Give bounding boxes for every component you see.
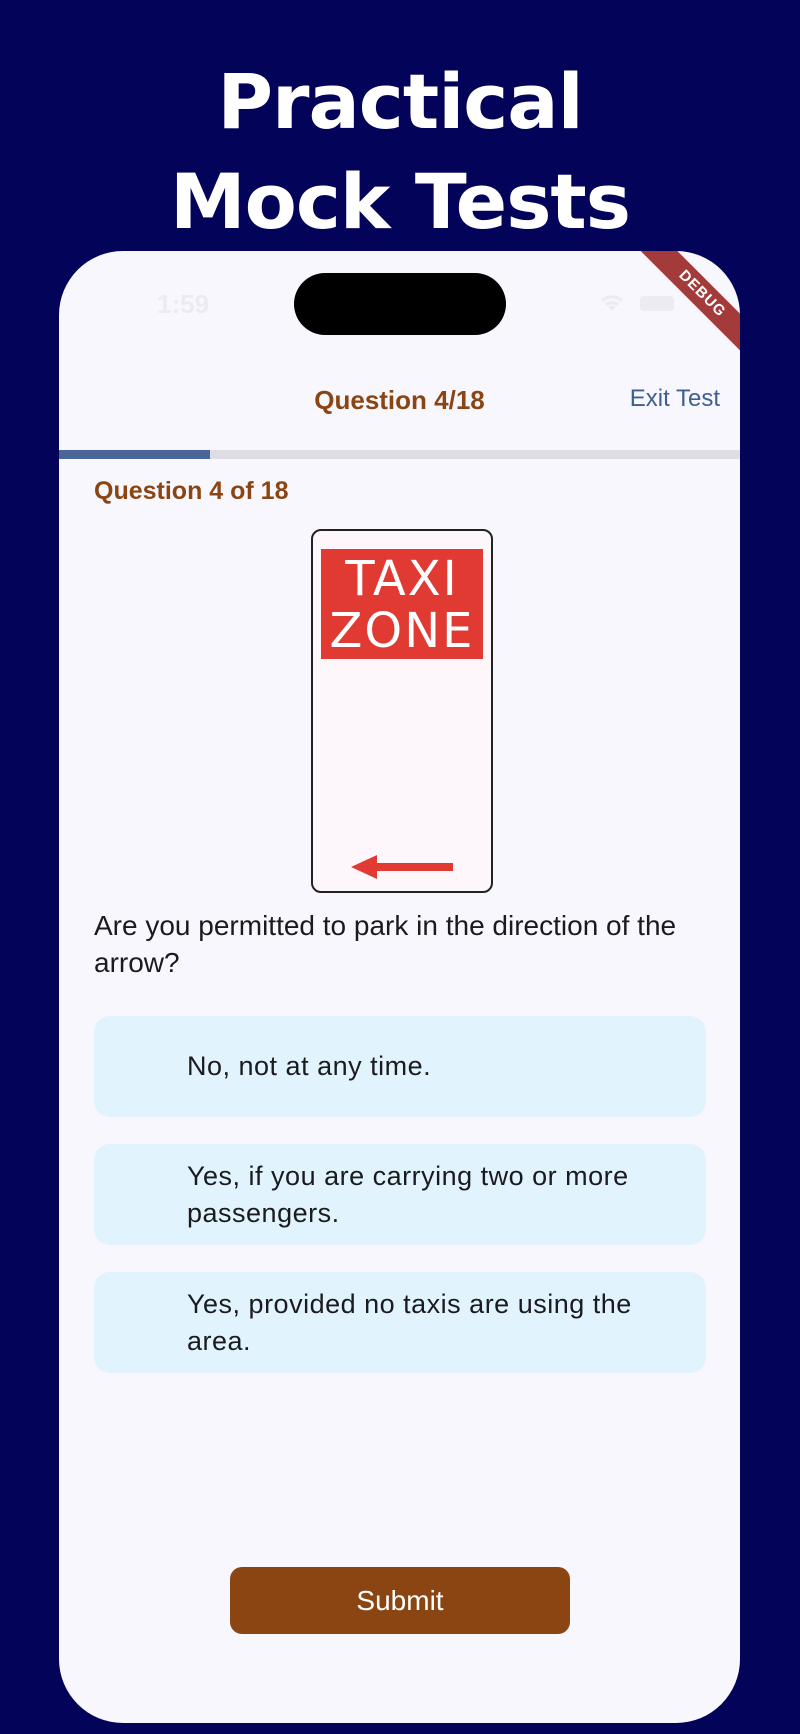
status-time: 1:59: [157, 289, 210, 319]
submit-button[interactable]: Submit: [230, 1567, 570, 1634]
promo-headline: Practical Mock Tests: [0, 52, 800, 252]
answer-option-1[interactable]: No, not at any time.: [94, 1016, 706, 1117]
question-text: Are you permitted to park in the directi…: [94, 910, 677, 978]
dynamic-island: [294, 273, 506, 335]
answer-option-label: No, not at any time.: [187, 1051, 432, 1081]
promo-headline-line2: Mock Tests: [170, 157, 631, 246]
road-sign-image: TAXI ZONE: [311, 529, 493, 893]
exit-test-button[interactable]: Exit Test: [630, 385, 720, 413]
phone-screen: 1:59 DEBUG Question 4/18 Exit Test Quest…: [59, 251, 740, 1723]
answer-option-3[interactable]: Yes, provided no taxis are using the are…: [94, 1272, 706, 1373]
answer-option-2[interactable]: Yes, if you are carrying two or more pas…: [94, 1144, 706, 1245]
answer-option-label: Yes, provided no taxis are using the are…: [187, 1288, 632, 1356]
sign-red-panel: TAXI ZONE: [321, 549, 483, 659]
question-counter: Question 4 of 18: [94, 477, 289, 505]
left-arrow-icon: [351, 855, 453, 879]
promo-headline-line1: Practical: [217, 57, 583, 146]
progress-bar-fill: [59, 450, 211, 459]
battery-icon: [640, 295, 674, 311]
progress-bar: [59, 450, 740, 459]
sign-text-line1: TAXI: [345, 551, 459, 607]
wifi-icon: [600, 295, 624, 311]
status-icons: [598, 293, 674, 313]
answer-option-label: Yes, if you are carrying two or more pas…: [187, 1160, 629, 1228]
sign-text-line2: ZONE: [329, 603, 475, 659]
